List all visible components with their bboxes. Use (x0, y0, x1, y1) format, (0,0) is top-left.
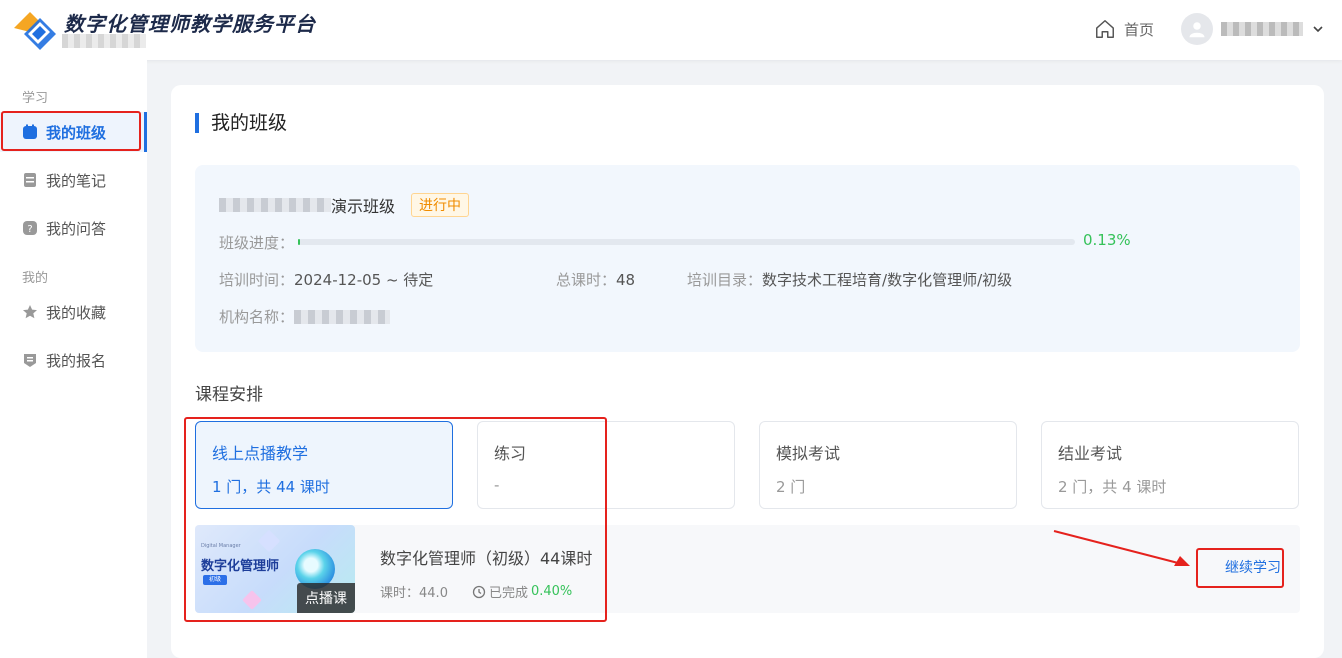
tab-final-exam[interactable]: 结业考试 2 门，共 4 课时 (1041, 421, 1299, 509)
page-title: 我的班级 (195, 113, 287, 133)
tab-detail: 2 门，共 4 课时 (1058, 478, 1167, 496)
class-name-suffix: 演示班级 (331, 197, 396, 216)
status-badge: 进行中 (411, 193, 470, 217)
redacted-username (1221, 22, 1303, 36)
train-time-label: 培训时间： (219, 271, 295, 289)
course-thumbnail[interactable]: Digital Manager 数字化管理师 初级 点播课 (195, 525, 355, 613)
catalog-row: 培训目录：数字技术工程培育/数字化管理师/初级 (687, 269, 1012, 290)
tab-name: 模拟考试 (776, 444, 841, 463)
svg-text:?: ? (27, 224, 32, 235)
sidebar-item-my-class[interactable]: 我的班级 (0, 112, 147, 152)
progress-value: 0.13% (1083, 231, 1131, 249)
question-icon: ? (23, 221, 37, 235)
redacted-subtitle (62, 34, 146, 48)
course-hours: 课时：44.0 (380, 582, 448, 601)
sidebar-section-mine: 我的 (22, 271, 49, 286)
sidebar-item-label: 我的班级 (46, 123, 107, 142)
tab-detail: 1 门，共 44 课时 (212, 478, 330, 496)
course-title[interactable]: 数字化管理师（初级）44课时 (380, 545, 592, 569)
vod-tag: 点播课 (297, 583, 355, 613)
tab-practice[interactable]: 练习 - (477, 421, 735, 509)
tab-name: 线上点播教学 (212, 444, 309, 463)
catalog-value: 数字技术工程培育/数字化管理师/初级 (762, 271, 1013, 289)
user-icon (1189, 22, 1205, 38)
train-time-value: 2024-12-05 ~ 待定 (294, 271, 434, 289)
sidebar-item-label: 我的笔记 (46, 171, 107, 190)
course-hours-label: 课时： (380, 586, 420, 601)
class-progress-fill (298, 239, 300, 245)
course-meta: 课时：44.0 已完成 0.40% (380, 582, 572, 601)
sidebar-item-my-enrollment[interactable]: 我的报名 (0, 340, 147, 380)
continue-learning-button[interactable]: 继续学习 (1225, 557, 1281, 577)
tab-online-vod[interactable]: 线上点播教学 1 门，共 44 课时 (195, 421, 453, 509)
course-completed: 已完成 0.40% (472, 582, 572, 601)
sidebar-item-my-notes[interactable]: 我的笔记 (0, 160, 147, 200)
user-menu[interactable] (1181, 13, 1325, 45)
sidebar-section-learning: 学习 (22, 91, 49, 106)
star-icon (23, 305, 37, 319)
course-row: Digital Manager 数字化管理师 初级 点播课 数字化管理师（初级）… (195, 525, 1300, 613)
home-label: 首页 (1124, 20, 1155, 39)
completed-percent: 0.40% (530, 584, 573, 599)
tab-name: 结业考试 (1058, 444, 1123, 463)
org-row: 机构名称： (219, 306, 391, 327)
decor-cube (257, 529, 281, 553)
catalog-label: 培训目录： (687, 271, 763, 289)
thumb-subtitle: Digital Manager (201, 543, 241, 549)
progress-label: 班级进度： (219, 234, 295, 252)
home-icon (1096, 20, 1114, 38)
sidebar-item-my-qa[interactable]: ? 我的问答 (0, 208, 147, 248)
tab-name: 练习 (494, 444, 527, 463)
sidebar-item-label: 我的问答 (46, 219, 107, 238)
chevron-down-icon (1313, 26, 1323, 33)
sidebar-item-my-favorites[interactable]: 我的收藏 (0, 292, 147, 332)
sidebar: 学习 我的班级 我的笔记 ? 我的问答 我的 我的收藏 我的报名 (0, 60, 147, 658)
enroll-icon (24, 354, 36, 367)
total-hours-value: 48 (616, 271, 636, 289)
completed-label: 已完成 (488, 586, 528, 601)
tab-mock-exam[interactable]: 模拟考试 2 门 (759, 421, 1017, 509)
tab-detail: - (494, 476, 500, 494)
decor-cube (242, 590, 262, 610)
clock-icon (472, 585, 486, 598)
class-info-panel: 演示班级 进行中 班级进度： 0.13% 培训时间：2024-12-05 ~ 待… (195, 165, 1300, 352)
avatar (1181, 13, 1213, 45)
sidebar-item-label: 我的收藏 (46, 303, 107, 322)
home-link[interactable]: 首页 (1094, 18, 1154, 40)
class-progress-bar (298, 239, 1075, 245)
total-hours-row: 总课时：48 (556, 269, 635, 290)
top-header: 数字化管理师教学服务平台 首页 (0, 0, 1342, 60)
train-time-row: 培训时间：2024-12-05 ~ 待定 (219, 269, 433, 290)
redacted-class-prefix (219, 198, 331, 212)
org-label: 机构名称： (219, 308, 295, 326)
note-icon (24, 173, 36, 187)
tab-detail: 2 门 (776, 478, 806, 496)
thumb-level: 初级 (203, 575, 227, 585)
thumb-title: 数字化管理师 (201, 559, 280, 574)
calendar-icon (23, 124, 37, 139)
class-name: 演示班级 进行中 (219, 193, 470, 217)
course-hours-value: 44.0 (419, 586, 448, 601)
sidebar-item-label: 我的报名 (46, 351, 107, 370)
main-card: 我的班级 演示班级 进行中 班级进度： 0.13% 培训时间：2024-12-0… (171, 85, 1324, 658)
schedule-title: 课程安排 (195, 385, 263, 405)
logo-icon (14, 12, 56, 50)
redacted-org-name (294, 309, 391, 324)
total-hours-label: 总课时： (556, 271, 617, 289)
app-title: 数字化管理师教学服务平台 (64, 12, 316, 36)
